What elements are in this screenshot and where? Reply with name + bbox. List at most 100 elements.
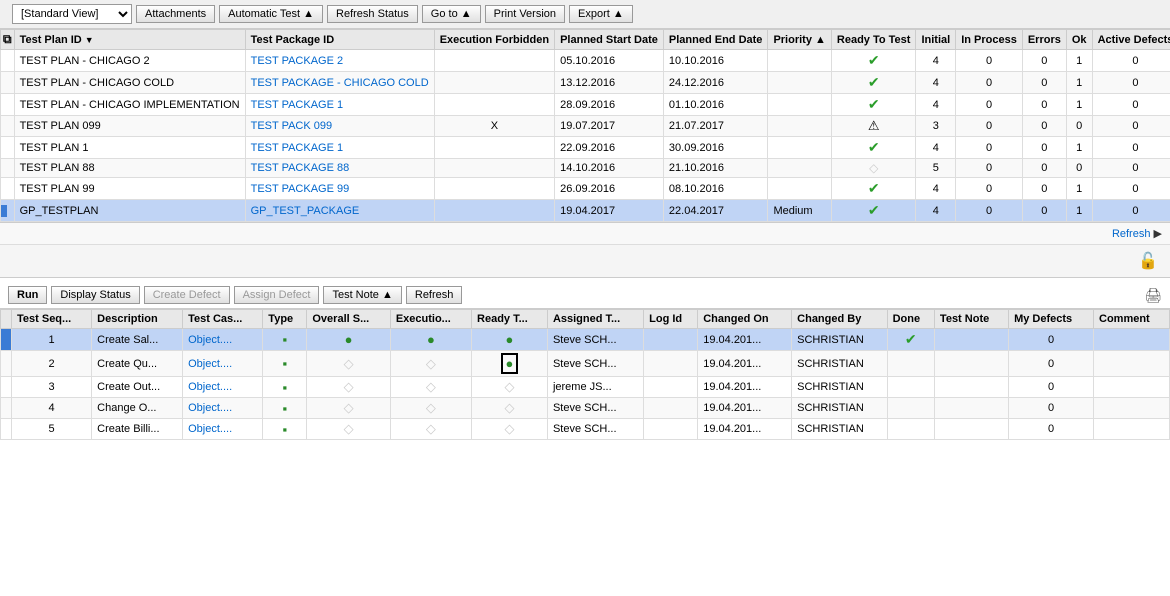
col-active-defects[interactable]: Active Defects bbox=[1092, 30, 1170, 50]
plan-id: TEST PLAN - CHICAGO COLD bbox=[14, 72, 245, 94]
package-id[interactable]: TEST PACK 099 bbox=[245, 116, 434, 137]
run-button[interactable]: Run bbox=[8, 286, 47, 304]
col-seq[interactable]: Test Seq... bbox=[12, 310, 92, 329]
start-date: 05.10.2016 bbox=[555, 50, 664, 72]
col-ok[interactable]: Ok bbox=[1066, 30, 1092, 50]
refresh-status-button[interactable]: Refresh Status bbox=[327, 5, 418, 23]
table-row[interactable]: TEST PLAN - CHICAGO IMPLEMENTATION TEST … bbox=[1, 94, 1170, 116]
col-test-note[interactable]: Test Note bbox=[934, 310, 1008, 329]
goto-button[interactable]: Go to ▲ bbox=[422, 5, 481, 23]
display-status-button[interactable]: Display Status bbox=[51, 286, 139, 304]
execution-status: ◇ bbox=[390, 398, 471, 419]
attachments-button[interactable]: Attachments bbox=[136, 5, 215, 23]
package-id[interactable]: TEST PACKAGE 88 bbox=[245, 159, 434, 178]
table-row[interactable]: TEST PLAN 99 TEST PACKAGE 99 26.09.2016 … bbox=[1, 178, 1170, 200]
col-initial[interactable]: Initial bbox=[916, 30, 956, 50]
col-execution[interactable]: Executio... bbox=[390, 310, 471, 329]
main-table: ⧉ Test Plan ID ▼ Test Package ID Executi… bbox=[0, 29, 1170, 222]
done-icon: ✔ bbox=[905, 331, 917, 347]
col-test-package-id[interactable]: Test Package ID bbox=[245, 30, 434, 50]
col-type[interactable]: Type bbox=[263, 310, 307, 329]
col-planned-start[interactable]: Planned Start Date bbox=[555, 30, 664, 50]
package-id[interactable]: TEST PACKAGE 99 bbox=[245, 178, 434, 200]
ok: 1 bbox=[1066, 94, 1092, 116]
refresh-button[interactable]: Refresh bbox=[406, 286, 463, 304]
export-button[interactable]: Export ▲ bbox=[569, 5, 633, 23]
sub-table-container: Test Seq... Description Test Cas... Type… bbox=[0, 309, 1170, 440]
create-defect-button[interactable]: Create Defect bbox=[144, 286, 230, 304]
ready-check-icon: ✔ bbox=[868, 180, 880, 196]
test-case[interactable]: Object.... bbox=[183, 398, 263, 419]
col-case[interactable]: Test Cas... bbox=[183, 310, 263, 329]
package-id[interactable]: TEST PACKAGE - CHICAGO COLD bbox=[245, 72, 434, 94]
table-row[interactable]: TEST PLAN 88 TEST PACKAGE 88 14.10.2016 … bbox=[1, 159, 1170, 178]
col-overall[interactable]: Overall S... bbox=[307, 310, 390, 329]
col-priority[interactable]: Priority ▲ bbox=[768, 30, 831, 50]
refresh-link[interactable]: Refresh bbox=[1112, 228, 1151, 240]
ready-to-test: ✔ bbox=[831, 72, 916, 94]
assign-defect-button[interactable]: Assign Defect bbox=[234, 286, 320, 304]
description: Create Out... bbox=[92, 377, 183, 398]
plan-id: TEST PLAN 99 bbox=[14, 178, 245, 200]
col-my-defects[interactable]: My Defects bbox=[1009, 310, 1094, 329]
col-desc[interactable]: Description bbox=[92, 310, 183, 329]
col-errors[interactable]: Errors bbox=[1022, 30, 1066, 50]
active-defects: 0 bbox=[1092, 137, 1170, 159]
test-note-button[interactable]: Test Note ▲ bbox=[323, 286, 401, 304]
package-id[interactable]: TEST PACKAGE 1 bbox=[245, 137, 434, 159]
end-date: 22.04.2017 bbox=[663, 200, 768, 222]
test-case[interactable]: Object.... bbox=[183, 377, 263, 398]
col-planned-end[interactable]: Planned End Date bbox=[663, 30, 768, 50]
col-execution-forbidden[interactable]: Execution Forbidden bbox=[434, 30, 554, 50]
print-version-button[interactable]: Print Version bbox=[485, 5, 565, 23]
exec-icon: ◇ bbox=[426, 421, 436, 436]
col-ready-t[interactable]: Ready T... bbox=[472, 310, 548, 329]
col-changed-on[interactable]: Changed On bbox=[698, 310, 792, 329]
view-select[interactable]: [Standard View] bbox=[12, 4, 132, 24]
col-log[interactable]: Log Id bbox=[644, 310, 698, 329]
table-row[interactable]: TEST PLAN 099 TEST PACK 099 X 19.07.2017… bbox=[1, 116, 1170, 137]
forbidden bbox=[434, 137, 554, 159]
table-row[interactable]: TEST PLAN - CHICAGO 2 TEST PACKAGE 2 05.… bbox=[1, 50, 1170, 72]
ready-icon: ● bbox=[506, 332, 514, 347]
col-test-plan-id[interactable]: Test Plan ID ▼ bbox=[14, 30, 245, 50]
errors: 0 bbox=[1022, 116, 1066, 137]
col-comment[interactable]: Comment bbox=[1094, 310, 1170, 329]
col-ready[interactable]: Ready To Test bbox=[831, 30, 916, 50]
table-row[interactable]: TEST PLAN - CHICAGO COLD TEST PACKAGE - … bbox=[1, 72, 1170, 94]
end-date: 24.12.2016 bbox=[663, 72, 768, 94]
list-item[interactable]: 3 Create Out... Object.... ▪ ◇ ◇ ◇ jerem… bbox=[1, 377, 1170, 398]
active-defects: 0 bbox=[1092, 72, 1170, 94]
table-row[interactable]: TEST PLAN 1 TEST PACKAGE 1 22.09.2016 30… bbox=[1, 137, 1170, 159]
package-id[interactable]: GP_TEST_PACKAGE bbox=[245, 200, 434, 222]
col-assigned[interactable]: Assigned T... bbox=[547, 310, 643, 329]
row-indicator bbox=[1, 329, 12, 351]
errors: 0 bbox=[1022, 50, 1066, 72]
priority bbox=[768, 178, 831, 200]
col-in-process[interactable]: In Process bbox=[956, 30, 1023, 50]
col-changed-by[interactable]: Changed By bbox=[792, 310, 887, 329]
list-item[interactable]: 1 Create Sal... Object.... ▪ ● ● ● Steve… bbox=[1, 329, 1170, 351]
action-bar: Run Display Status Create Defect Assign … bbox=[0, 282, 1170, 309]
test-case[interactable]: Object.... bbox=[183, 351, 263, 377]
list-item[interactable]: 4 Change O... Object.... ▪ ◇ ◇ ◇ Steve S… bbox=[1, 398, 1170, 419]
list-item[interactable]: 5 Create Billi... Object.... ▪ ◇ ◇ ◇ Ste… bbox=[1, 419, 1170, 440]
print-icon[interactable]: 🖨 bbox=[1144, 287, 1162, 304]
test-case[interactable]: Object.... bbox=[183, 329, 263, 351]
row-indicator bbox=[1, 116, 15, 137]
forbidden bbox=[434, 178, 554, 200]
list-item[interactable]: 2 Create Qu... Object.... ▪ ◇ ◇ ● Steve … bbox=[1, 351, 1170, 377]
seq-num: 2 bbox=[12, 351, 92, 377]
ready-icon: ◇ bbox=[504, 421, 514, 436]
test-case[interactable]: Object.... bbox=[183, 419, 263, 440]
package-id[interactable]: TEST PACKAGE 1 bbox=[245, 94, 434, 116]
type-icon: ▪ bbox=[283, 356, 288, 371]
row-indicator bbox=[1, 419, 12, 440]
automatic-test-button[interactable]: Automatic Test ▲ bbox=[219, 5, 323, 23]
col-done[interactable]: Done bbox=[887, 310, 934, 329]
table-row[interactable]: GP_TESTPLAN GP_TEST_PACKAGE 19.04.2017 2… bbox=[1, 200, 1170, 222]
ready-status: ◇ bbox=[472, 398, 548, 419]
package-id[interactable]: TEST PACKAGE 2 bbox=[245, 50, 434, 72]
ready-check-icon: ✔ bbox=[868, 74, 880, 90]
execution-lock-section: 🔓 bbox=[1138, 251, 1158, 271]
